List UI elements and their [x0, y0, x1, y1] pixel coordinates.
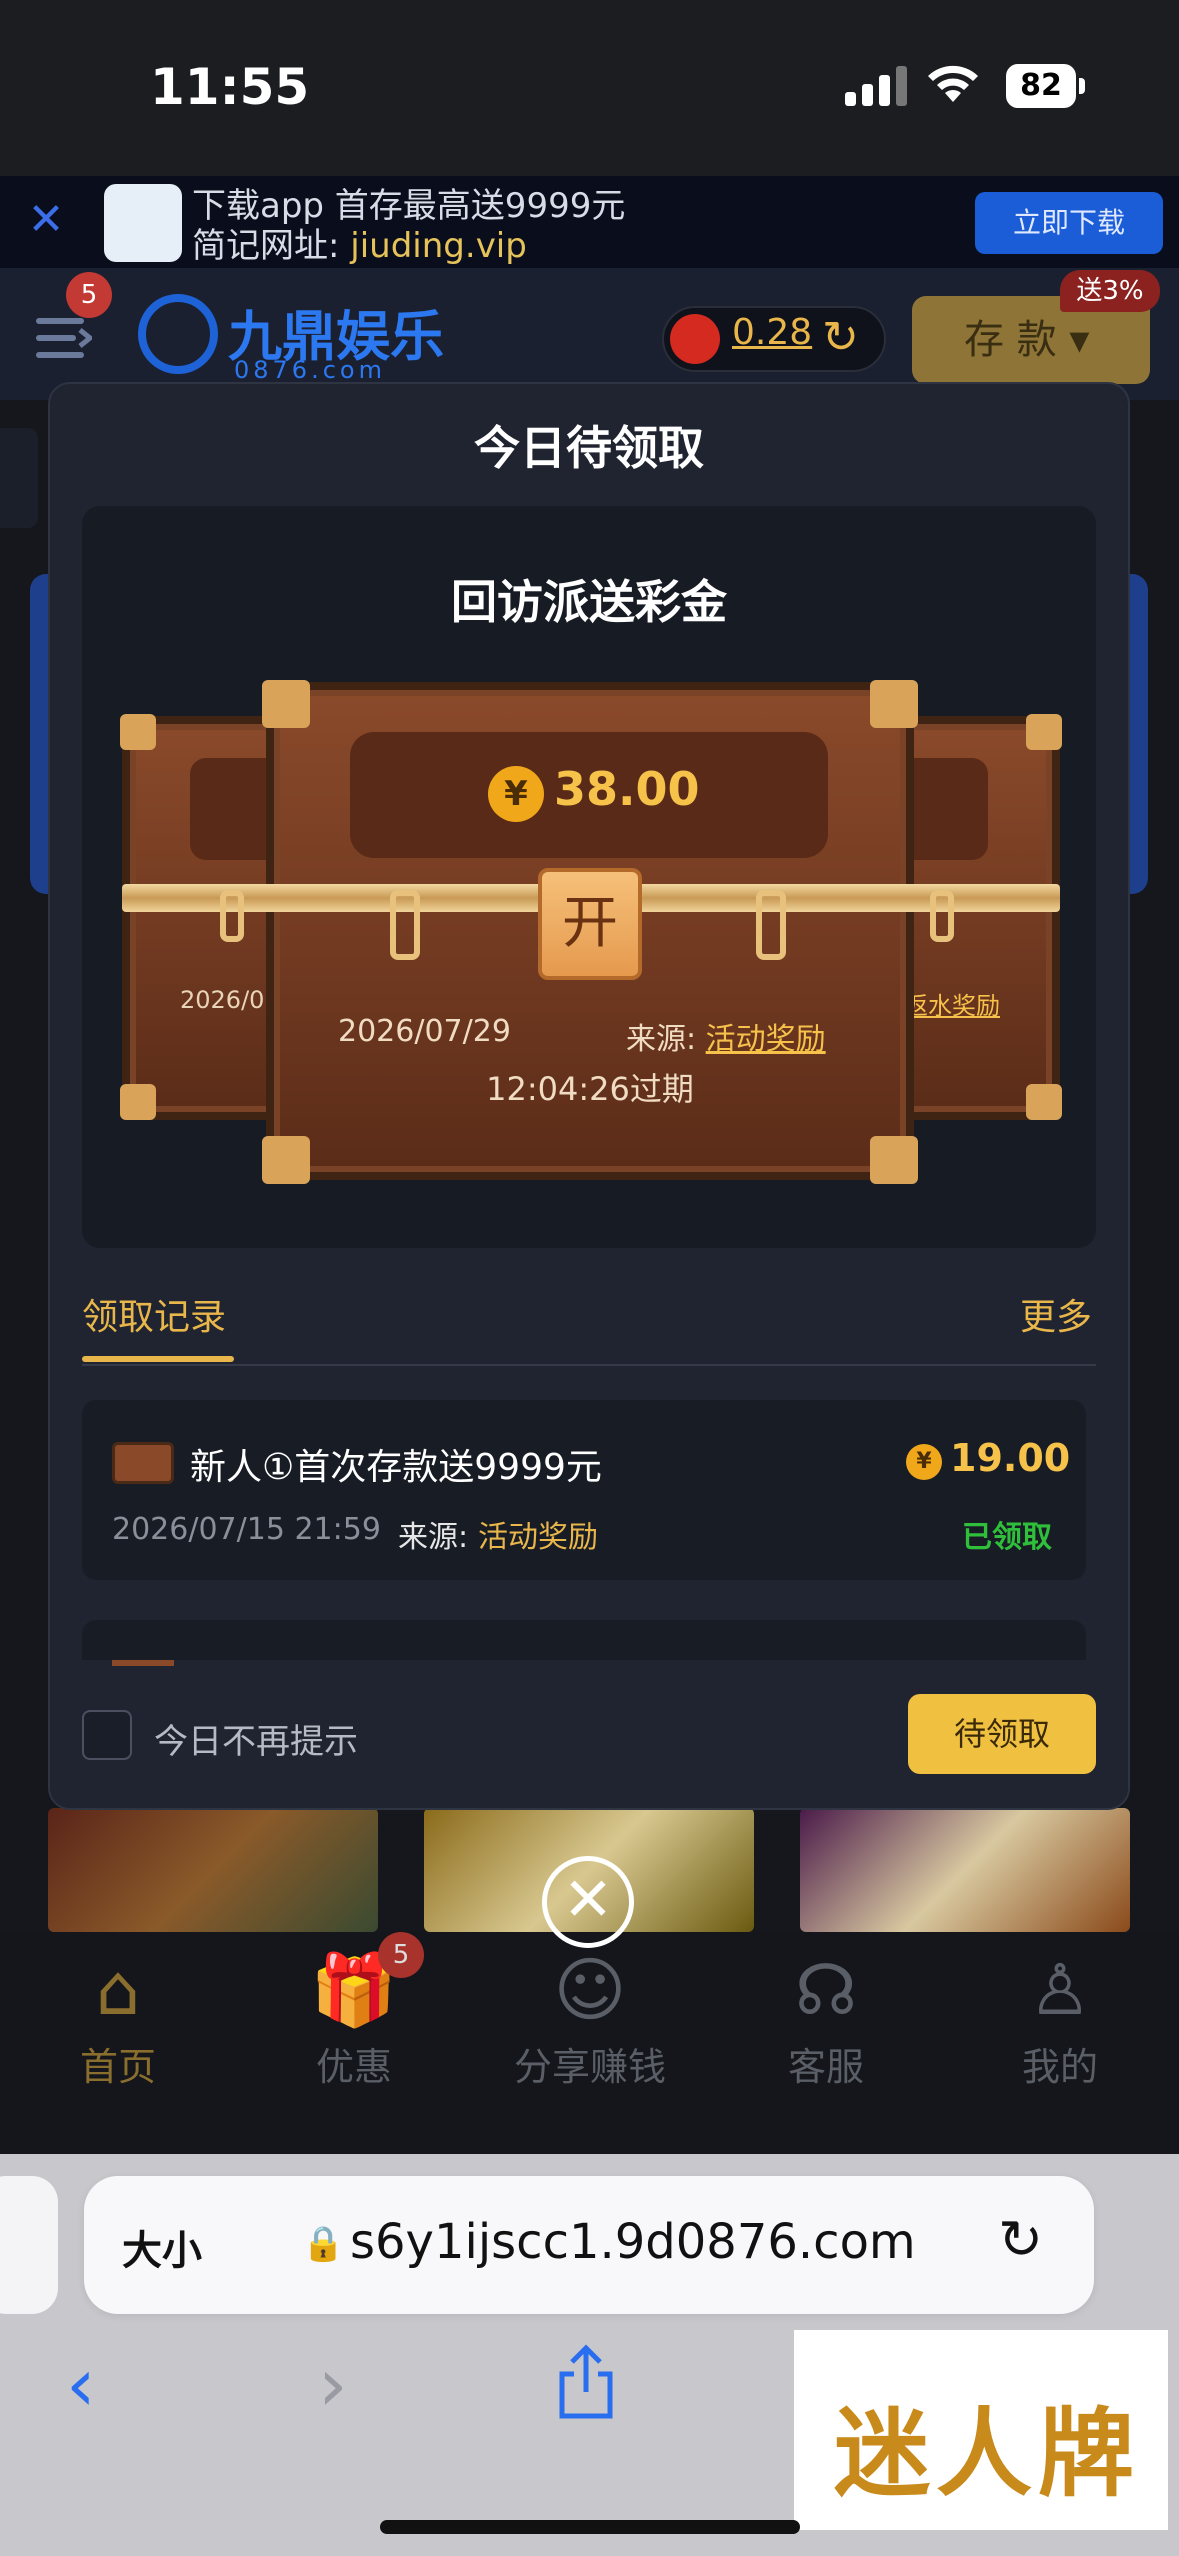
- chest-corner: [120, 1084, 156, 1120]
- chest-source: 来源: 活动奖励: [626, 1022, 826, 1057]
- reload-icon[interactable]: ↻: [998, 2208, 1043, 2271]
- record-date: 2026/07/15 21:59: [112, 1512, 381, 1547]
- brand-domain: 0876.com: [234, 356, 386, 384]
- status-time: 11:55: [150, 58, 310, 116]
- url-text[interactable]: s6y1ijscc1.9d0876.com: [350, 2214, 916, 2270]
- chest-icon: [112, 1442, 174, 1484]
- home-indicator[interactable]: [380, 2520, 800, 2534]
- watermark-logo: 迷人牌: [834, 2398, 1140, 2510]
- back-icon[interactable]: ‹: [66, 2342, 96, 2428]
- china-flag-icon: [670, 314, 720, 364]
- tab-label: 首页: [79, 2045, 156, 2089]
- download-url-text: 简记网址: jiuding.vip: [192, 226, 527, 266]
- tab-profile[interactable]: ♙ 我的: [970, 1950, 1150, 2091]
- download-now-button[interactable]: 立即下载: [975, 192, 1163, 254]
- chest-corner: [120, 714, 156, 750]
- wifi-icon: [928, 65, 978, 102]
- refresh-icon[interactable]: ↻: [822, 312, 859, 363]
- dont-show-today-checkbox[interactable]: [82, 1710, 132, 1760]
- chest-source-link[interactable]: 活动奖励: [706, 1022, 826, 1057]
- chest-corner: [870, 680, 918, 728]
- balance-value: 0.28: [732, 312, 813, 353]
- tab-label: 客服: [787, 2045, 864, 2089]
- battery-indicator: 82: [1006, 64, 1076, 108]
- brand-logo-icon: [138, 294, 218, 374]
- close-icon[interactable]: ✕: [22, 196, 70, 244]
- tab-label: 分享赚钱: [513, 2045, 666, 2089]
- deposit-bonus-badge: 送3%: [1060, 270, 1160, 312]
- modal-title: 今日待领取: [474, 421, 704, 475]
- reward-panel-title: 回访派送彩金: [451, 575, 727, 629]
- cellular-signal-icon: [845, 66, 907, 106]
- yuan-coin-icon: ¥: [906, 1444, 942, 1480]
- tab-active-indicator: [82, 1356, 234, 1362]
- more-link[interactable]: 更多: [1020, 1288, 1092, 1340]
- tab-share-earn[interactable]: ☺ 分享赚钱: [500, 1950, 680, 2091]
- tab-label: 我的: [1021, 2045, 1098, 2089]
- chest-corner: [1026, 714, 1062, 750]
- menu-icon[interactable]: [36, 318, 92, 358]
- record-card: [82, 1620, 1086, 1660]
- yuan-coin-icon: ¥: [488, 766, 544, 822]
- battery-nub: [1079, 78, 1085, 94]
- right-chest-source: 返水奖励: [904, 992, 1000, 1020]
- chest-latch: [390, 890, 420, 960]
- record-amount: 19.00: [950, 1436, 1071, 1480]
- app-logo: [104, 184, 182, 262]
- tab-home[interactable]: ⌂ 首页: [28, 1950, 208, 2091]
- side-tab[interactable]: [0, 428, 38, 528]
- record-source-label: 来源:: [398, 1520, 469, 1555]
- download-url: jiuding.vip: [350, 226, 527, 266]
- forward-icon[interactable]: ›: [318, 2342, 348, 2428]
- background-banner-right: [1128, 574, 1148, 894]
- previous-tab[interactable]: [0, 2176, 58, 2314]
- chest-corner: [1026, 1084, 1062, 1120]
- tab-label: 优惠: [315, 2045, 392, 2089]
- share-icon[interactable]: [556, 2344, 616, 2420]
- deposit-label: 存 款: [964, 317, 1057, 363]
- tab-support[interactable]: ☊ 客服: [736, 1950, 916, 2091]
- chest-icon: [112, 1660, 174, 1666]
- user-icon: ♙: [1028, 1949, 1092, 2031]
- record-status: 已领取: [962, 1520, 1052, 1555]
- record-source: 活动奖励: [478, 1520, 598, 1555]
- chest-latch: [756, 890, 786, 960]
- tab-claim-records[interactable]: 领取记录: [82, 1288, 226, 1340]
- menu-badge: 5: [66, 272, 112, 318]
- chest-corner: [262, 680, 310, 728]
- record-title: 新人①首次存款送9999元: [190, 1447, 602, 1488]
- close-icon[interactable]: ✕: [542, 1856, 634, 1948]
- home-icon: ⌂: [95, 1949, 141, 2031]
- people-icon: ☺: [553, 1949, 627, 2031]
- chest-corner: [262, 1136, 310, 1184]
- left-chest-date: 2026/07: [180, 986, 280, 1014]
- divider: [82, 1364, 1096, 1366]
- dont-show-today-label[interactable]: 今日不再提示: [154, 1714, 358, 1763]
- page-size-button[interactable]: 大小: [122, 2218, 202, 2276]
- lock-icon: 🔒: [302, 2224, 345, 2264]
- reward-amount: 38.00: [554, 762, 700, 816]
- game-tile-1[interactable]: [48, 1808, 378, 1932]
- chest-corner: [870, 1136, 918, 1184]
- chest-latch: [220, 890, 244, 942]
- promotions-badge: 5: [378, 1932, 424, 1978]
- chest-expire-time: 12:04:26过期: [486, 1070, 694, 1108]
- headset-icon: ☊: [794, 1949, 858, 2031]
- chest-date: 2026/07/29: [338, 1014, 511, 1049]
- open-chest-lock[interactable]: 开: [538, 868, 642, 980]
- claim-pending-button[interactable]: 待领取: [908, 1694, 1096, 1774]
- chest-latch: [930, 890, 954, 942]
- game-tile-3[interactable]: [800, 1808, 1130, 1932]
